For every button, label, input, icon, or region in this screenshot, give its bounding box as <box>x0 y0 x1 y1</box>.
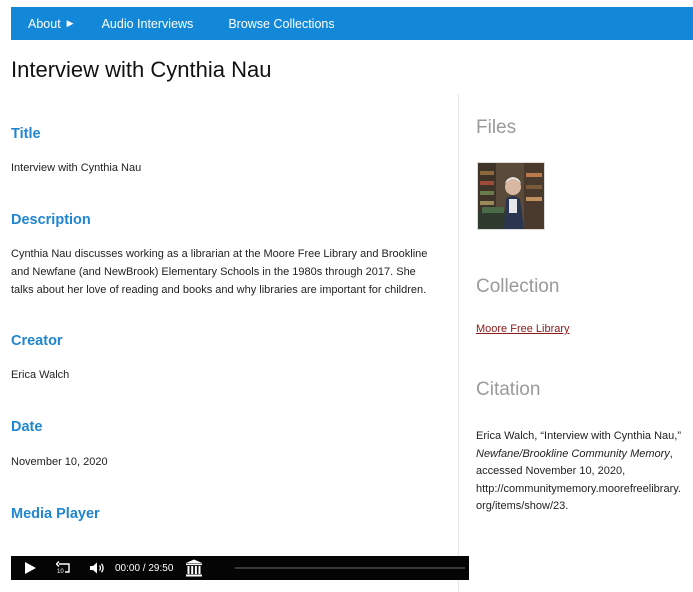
title-heading: Title <box>11 126 41 142</box>
description-value: Cynthia Nau discusses working as a libra… <box>11 245 456 299</box>
archive-icon[interactable] <box>185 559 203 577</box>
creator-value: Erica Walch <box>11 369 70 381</box>
date-value: November 10, 2020 <box>11 456 108 468</box>
description-line: talks about her love of reading and book… <box>11 284 427 296</box>
page-title: Interview with Cynthia Nau <box>11 57 272 82</box>
audio-player: 10 00:00 / 29:50 <box>11 556 469 580</box>
creator-heading: Creator <box>11 333 63 349</box>
nav-audio-interviews-label: Audio Interviews <box>101 16 194 31</box>
citation-accessed: accessed November 10, 2020, <box>476 465 626 477</box>
citation-publication: Newfane/Brookline Community Memory <box>476 447 670 460</box>
date-heading: Date <box>11 419 43 435</box>
description-heading: Description <box>11 212 91 228</box>
progress-track[interactable] <box>235 567 465 569</box>
file-thumbnail[interactable] <box>477 162 545 230</box>
nav-about-label: About <box>28 16 61 31</box>
citation-text: Erica Walch, “Interview with Cynthia Nau… <box>476 428 693 516</box>
citation-publication-line: Newfane/Brookline Community Memory, <box>476 446 693 464</box>
description-line: and Newfane (and NewBrook) Elementary Sc… <box>11 266 416 278</box>
volume-icon[interactable] <box>90 562 106 574</box>
citation-publication-suffix: , <box>669 447 673 460</box>
nav-browse-collections[interactable]: Browse Collections <box>228 17 334 31</box>
collection-heading: Collection <box>476 276 560 297</box>
citation-lead: Erica Walch, “Interview with Cynthia Nau… <box>476 430 681 442</box>
citation-heading: Citation <box>476 379 541 400</box>
nav-browse-collections-label: Browse Collections <box>228 16 335 31</box>
skip-back-label: 10 <box>57 569 64 575</box>
media-player-heading: Media Player <box>11 506 100 522</box>
citation-url-line2: org/items/show/23. <box>476 500 569 512</box>
play-icon[interactable] <box>24 562 36 574</box>
caret-right-icon: ▶ <box>66 18 74 28</box>
collection-link[interactable]: Moore Free Library <box>476 323 570 335</box>
time-display: 00:00 / 29:50 <box>115 562 174 574</box>
files-heading: Files <box>476 117 517 138</box>
main-navbar: About ▶ Audio Interviews Browse Collecti… <box>11 7 693 40</box>
nav-about[interactable]: About ▶ <box>28 17 74 31</box>
citation-url-line1: http://communitymemory.moorefreelibrary. <box>476 482 681 495</box>
title-value: Interview with Cynthia Nau <box>11 162 142 174</box>
column-divider <box>458 94 459 592</box>
nav-audio-interviews[interactable]: Audio Interviews <box>102 17 194 31</box>
skip-back-10-icon[interactable]: 10 <box>56 561 72 575</box>
description-line: Cynthia Nau discusses working as a libra… <box>11 248 428 260</box>
